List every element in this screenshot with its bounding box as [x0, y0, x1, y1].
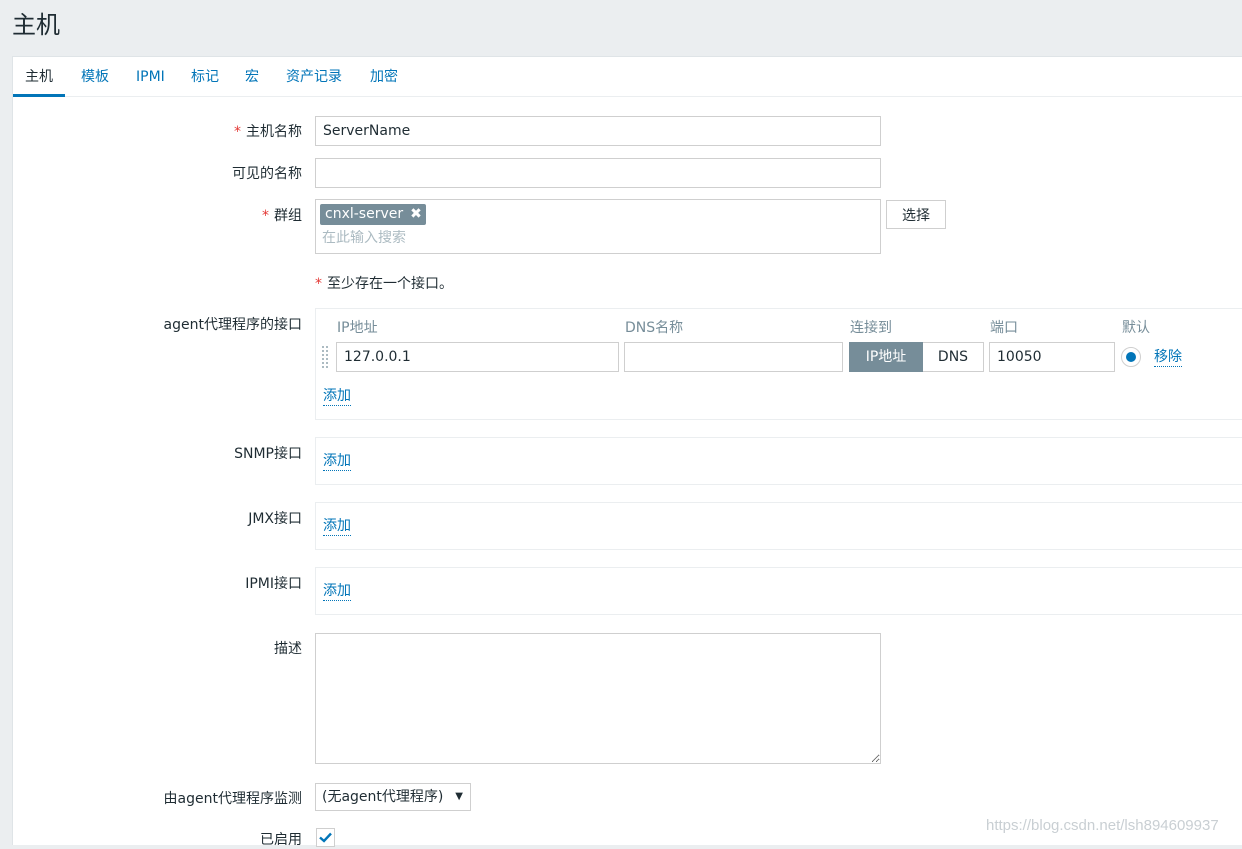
snmp-interfaces-label: SNMP接口: [234, 446, 302, 462]
required-mark: *: [315, 276, 322, 292]
tab-ipmi[interactable]: IPMI: [124, 68, 177, 97]
column-default: 默认: [1122, 320, 1150, 336]
column-port: 端口: [990, 320, 1018, 336]
visible-name-label: 可见的名称: [232, 166, 302, 182]
required-mark: *: [262, 208, 269, 224]
drag-handle-icon[interactable]: [322, 346, 330, 368]
agent-interfaces-label: agent代理程序的接口: [163, 317, 302, 333]
page-header: 主机: [0, 0, 1242, 44]
visible-name-input[interactable]: [315, 158, 881, 188]
snmp-interfaces-box: 添加: [315, 437, 1242, 485]
groups-label: * 群组: [262, 208, 302, 224]
group-tag-label: cnxl-server: [325, 206, 404, 222]
column-ip: IP地址: [337, 320, 378, 336]
jmx-interfaces-label: JMX接口: [248, 511, 302, 527]
default-interface-radio[interactable]: [1121, 347, 1141, 367]
add-ipmi-interface-link[interactable]: 添加: [323, 582, 351, 601]
groups-multiselect[interactable]: cnxl-server ✖: [315, 199, 881, 254]
connect-to-toggle: IP地址 DNS: [849, 342, 984, 372]
close-icon[interactable]: ✖: [410, 204, 422, 225]
tab-tags[interactable]: 标记: [179, 68, 231, 97]
dns-name-input[interactable]: [624, 342, 843, 372]
required-mark: *: [234, 124, 241, 140]
add-snmp-interface-link[interactable]: 添加: [323, 452, 351, 471]
add-jmx-interface-link[interactable]: 添加: [323, 517, 351, 536]
description-textarea[interactable]: [315, 633, 881, 764]
remove-interface-link[interactable]: 移除: [1154, 348, 1182, 367]
port-input[interactable]: [989, 342, 1115, 372]
tab-host[interactable]: 主机: [13, 68, 65, 97]
agent-interfaces-box: IP地址 DNS名称 连接到 端口 默认 IP地址 DNS 移除 添加: [315, 308, 1242, 420]
add-agent-interface-link[interactable]: 添加: [323, 387, 351, 406]
host-name-label: * 主机名称: [234, 124, 302, 140]
select-groups-button[interactable]: 选择: [886, 200, 946, 229]
proxy-select[interactable]: (无agent代理程序) ▼: [315, 783, 471, 811]
chevron-down-icon: ▼: [455, 791, 463, 802]
column-connect: 连接到: [850, 320, 892, 336]
column-dns: DNS名称: [625, 320, 684, 336]
host-name-input[interactable]: [315, 116, 881, 146]
description-label: 描述: [274, 641, 302, 657]
interface-hint: * 至少存在一个接口。: [315, 276, 453, 292]
ip-address-input[interactable]: [336, 342, 619, 372]
checkmark-icon: [319, 832, 332, 843]
jmx-interfaces-box: 添加: [315, 502, 1242, 550]
ipmi-interfaces-label: IPMI接口: [245, 576, 302, 592]
enabled-checkbox[interactable]: [316, 828, 335, 847]
connect-dns-option[interactable]: DNS: [923, 342, 984, 372]
proxy-label: 由agent代理程序监测: [163, 791, 302, 807]
ipmi-interfaces-box: 添加: [315, 567, 1242, 615]
tab-bar: 主机 模板 IPMI 标记 宏 资产记录 加密: [13, 57, 1242, 97]
host-form-panel: 主机 模板 IPMI 标记 宏 资产记录 加密 *主机名称 可见的名称 *群组 …: [12, 56, 1242, 848]
proxy-select-value: (无agent代理程序): [322, 789, 444, 805]
tab-templates[interactable]: 模板: [69, 68, 121, 97]
tab-encryption[interactable]: 加密: [358, 68, 410, 97]
enabled-label: 已启用: [260, 832, 302, 848]
tab-inventory[interactable]: 资产记录: [274, 68, 354, 97]
watermark: https://blog.csdn.net/lsh894609937: [986, 817, 1219, 834]
group-tag: cnxl-server ✖: [320, 204, 426, 225]
page-title: 主机: [12, 11, 60, 39]
connect-ip-option[interactable]: IP地址: [849, 342, 923, 372]
groups-search-input[interactable]: [322, 230, 722, 246]
tab-macros[interactable]: 宏: [233, 68, 271, 97]
